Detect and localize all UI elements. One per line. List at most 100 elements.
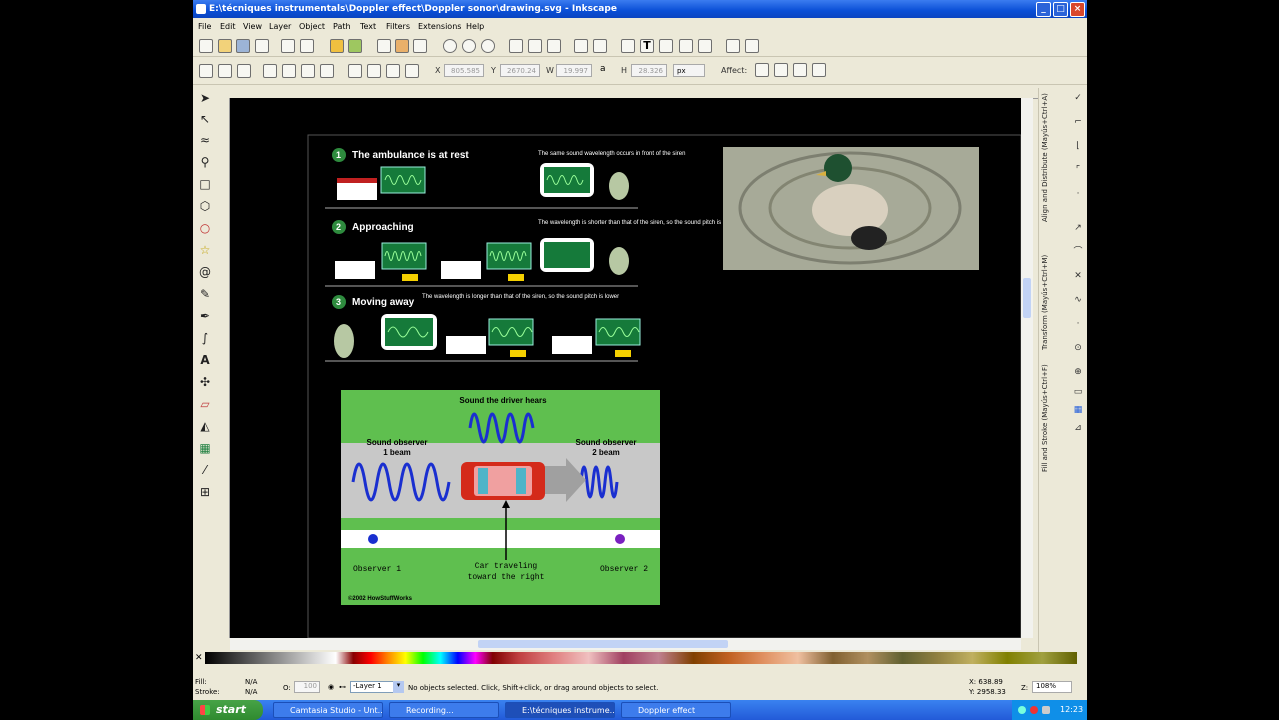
menu-layer[interactable]: Layer <box>269 22 291 31</box>
redo-icon[interactable] <box>348 39 362 53</box>
flip-horizontal-icon[interactable] <box>301 64 315 78</box>
zoom-page-icon[interactable] <box>481 39 495 53</box>
selector-tool-icon[interactable]: ➤ <box>197 90 213 106</box>
spiral-tool-icon[interactable]: @ <box>197 264 213 280</box>
node-tool-icon[interactable]: ↖ <box>197 111 213 127</box>
w-field[interactable]: 19.997 <box>556 64 592 77</box>
flip-vertical-icon[interactable] <box>320 64 334 78</box>
dock-tab-align[interactable]: Align and Distribute (Mayús+Ctrl+A) <box>1041 90 1053 222</box>
save-icon[interactable] <box>236 39 250 53</box>
dropper-tool-icon[interactable]: ⁄ <box>197 462 213 478</box>
lower-icon[interactable] <box>386 64 400 78</box>
menu-help[interactable]: Help <box>466 22 484 31</box>
rectangle-tool-icon[interactable]: □ <box>197 176 213 192</box>
snap-bbox-midpoints-icon[interactable]: · <box>1072 188 1084 200</box>
affect-stroke-icon[interactable] <box>755 63 769 77</box>
menu-view[interactable]: View <box>243 22 262 31</box>
open-icon[interactable] <box>218 39 232 53</box>
rotate-cw-icon[interactable] <box>282 64 296 78</box>
rotate-ccw-icon[interactable] <box>263 64 277 78</box>
spray-tool-icon[interactable]: ✣ <box>197 374 213 390</box>
dock-tab-transform[interactable]: Transform (Mayús+Ctrl+M) <box>1041 228 1053 350</box>
menu-file[interactable]: File <box>198 22 211 31</box>
vertical-scrollbar[interactable] <box>1021 98 1033 638</box>
calligraphy-tool-icon[interactable]: ∫ <box>197 330 213 346</box>
x-field[interactable]: 805.585 <box>444 64 484 77</box>
copy-icon[interactable] <box>377 39 391 53</box>
snap-midpoints-icon[interactable]: ⋅ <box>1072 318 1084 330</box>
snap-bbox-icon[interactable]: ⌐ <box>1072 116 1084 128</box>
eraser-tool-icon[interactable]: ▱ <box>197 396 213 412</box>
snap-bbox-edges-icon[interactable]: ⌊ <box>1072 140 1084 152</box>
opacity-field[interactable]: 100 <box>294 681 320 693</box>
close-button[interactable]: × <box>1070 2 1085 17</box>
task-doppler-folder[interactable]: Doppler effect <box>621 702 731 718</box>
tray-record-icon[interactable] <box>1030 706 1038 714</box>
menu-extensions[interactable]: Extensions <box>418 22 461 31</box>
zoom-field[interactable]: 108% <box>1032 681 1072 693</box>
menu-object[interactable]: Object <box>299 22 325 31</box>
maximize-button[interactable]: □ <box>1053 2 1068 17</box>
tray-volume-icon[interactable] <box>1042 706 1050 714</box>
star-tool-icon[interactable]: ☆ <box>197 242 213 258</box>
affect-pattern-icon[interactable] <box>812 63 826 77</box>
h-field[interactable]: 28.326 <box>631 64 667 77</box>
deselect-icon[interactable] <box>237 64 251 78</box>
task-inkscape[interactable]: E:\técniques instrume... <box>505 702 615 718</box>
paste-icon[interactable] <box>413 39 427 53</box>
export-icon[interactable] <box>300 39 314 53</box>
import-icon[interactable] <box>281 39 295 53</box>
gradient-tool-icon[interactable]: ▦ <box>197 440 213 456</box>
snap-smooth-nodes-icon[interactable]: ∿ <box>1072 294 1084 306</box>
lock-ratio-icon[interactable]: a <box>600 64 612 76</box>
snap-toggle-icon[interactable]: ✓ <box>1072 92 1084 104</box>
connector-tool-icon[interactable]: ⊞ <box>197 484 213 500</box>
snap-paths-icon[interactable]: ⌒ <box>1072 246 1084 258</box>
snap-page-icon[interactable]: ▭ <box>1072 386 1084 398</box>
menu-path[interactable]: Path <box>333 22 351 31</box>
text-font-icon[interactable]: T <box>640 39 654 53</box>
pencil-tool-icon[interactable]: ✎ <box>197 286 213 302</box>
ellipse-tool-icon[interactable]: ○ <box>197 220 213 236</box>
dock-tab-fill-stroke[interactable]: Fill and Stroke (Mayús+Ctrl+F) <box>1041 354 1053 472</box>
print-icon[interactable] <box>255 39 269 53</box>
menu-filters[interactable]: Filters <box>386 22 410 31</box>
3d-box-tool-icon[interactable]: ⬡ <box>197 198 213 214</box>
zoom-drawing-icon[interactable] <box>462 39 476 53</box>
snap-guides-icon[interactable]: ⊿ <box>1072 422 1084 434</box>
snap-bbox-corners-icon[interactable]: ⌜ <box>1072 164 1084 176</box>
pen-tool-icon[interactable]: ✒ <box>197 308 213 324</box>
no-paint-icon[interactable]: ✕ <box>195 653 203 663</box>
snap-centers-icon[interactable]: ⊙ <box>1072 342 1084 354</box>
object-properties-icon[interactable] <box>698 39 712 53</box>
layer-visibility-icon[interactable]: ◉ <box>328 683 334 691</box>
start-button[interactable]: start <box>193 700 263 720</box>
ungroup-icon[interactable] <box>593 39 607 53</box>
unlink-clone-icon[interactable] <box>547 39 561 53</box>
affect-corners-icon[interactable] <box>774 63 788 77</box>
document-properties-icon[interactable] <box>745 39 759 53</box>
unit-select[interactable]: px <box>673 64 705 77</box>
layer-dropdown-icon[interactable]: ▾ <box>393 681 404 693</box>
menu-edit[interactable]: Edit <box>220 22 236 31</box>
text-tool-icon[interactable]: A <box>197 352 213 368</box>
snap-grid-icon[interactable]: ▦ <box>1072 404 1084 416</box>
undo-icon[interactable] <box>330 39 344 53</box>
snap-nodes-icon[interactable]: ↗ <box>1072 222 1084 234</box>
new-icon[interactable] <box>199 39 213 53</box>
snap-intersections-icon[interactable]: ✕ <box>1072 270 1084 282</box>
clone-icon[interactable] <box>528 39 542 53</box>
drawing-canvas[interactable]: 1 The ambulance is at rest The same soun… <box>230 98 1021 638</box>
layer-lock-icon[interactable]: ⊷ <box>339 683 346 691</box>
fill-stroke-icon[interactable] <box>621 39 635 53</box>
snap-rotation-center-icon[interactable]: ⊕ <box>1072 366 1084 378</box>
task-camtasia[interactable]: Camtasia Studio - Unt... <box>273 702 383 718</box>
affect-gradient-icon[interactable] <box>793 63 807 77</box>
raise-icon[interactable] <box>367 64 381 78</box>
zoom-selection-icon[interactable] <box>443 39 457 53</box>
paint-bucket-tool-icon[interactable]: ◭ <box>197 418 213 434</box>
cut-icon[interactable] <box>395 39 409 53</box>
minimize-button[interactable]: _ <box>1036 2 1051 17</box>
group-icon[interactable] <box>574 39 588 53</box>
preferences-icon[interactable] <box>726 39 740 53</box>
